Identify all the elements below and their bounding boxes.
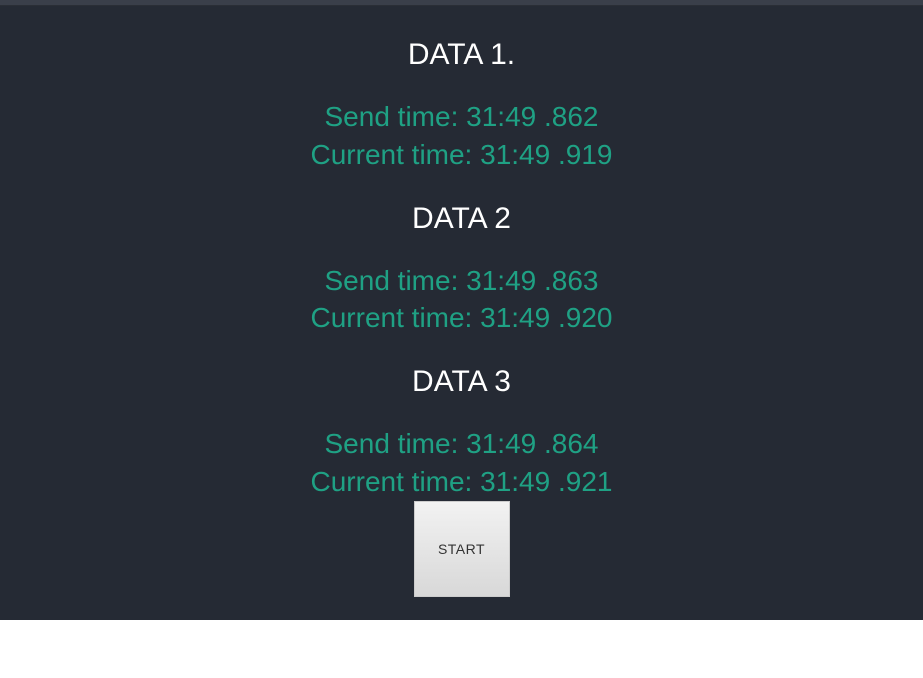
send-time-2: Send time: 31:49 .863 [311,262,613,300]
current-time-label: Current time: [311,466,481,497]
send-time-label: Send time: [325,428,467,459]
data-block-3: DATA 3 Send time: 31:49 .864 Current tim… [311,365,613,501]
data-block-1: DATA 1. Send time: 31:49 .862 Current ti… [311,38,613,174]
current-time-value: 31:49 .920 [480,302,612,333]
send-time-value: 31:49 .862 [466,101,598,132]
data-block-2: DATA 2 Send time: 31:49 .863 Current tim… [311,202,613,338]
send-time-label: Send time: [325,265,467,296]
current-time-label: Current time: [311,139,481,170]
bottom-area [0,620,923,678]
data-title-3: DATA 3 [311,365,613,399]
current-time-value: 31:49 .919 [480,139,612,170]
send-time-value: 31:49 .864 [466,428,598,459]
current-time-label: Current time: [311,302,481,333]
current-time-2: Current time: 31:49 .920 [311,299,613,337]
current-time-1: Current time: 31:49 .919 [311,136,613,174]
main-panel: DATA 1. Send time: 31:49 .862 Current ti… [0,6,923,620]
data-title-1: DATA 1. [311,38,613,72]
send-time-3: Send time: 31:49 .864 [311,425,613,463]
current-time-3: Current time: 31:49 .921 [311,463,613,501]
data-title-2: DATA 2 [311,202,613,236]
send-time-1: Send time: 31:49 .862 [311,98,613,136]
send-time-value: 31:49 .863 [466,265,598,296]
start-button[interactable]: START [414,501,510,597]
current-time-value: 31:49 .921 [480,466,612,497]
send-time-label: Send time: [325,101,467,132]
